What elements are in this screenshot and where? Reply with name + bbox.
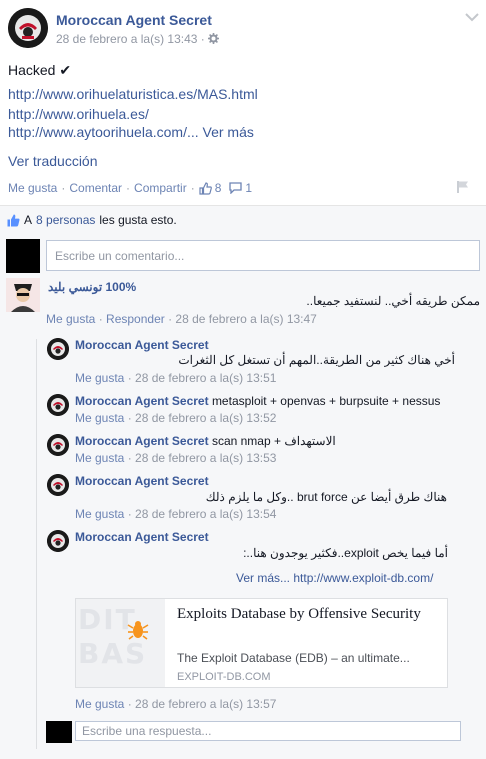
- separator-dot: ·: [200, 32, 205, 46]
- moroccan-logo-icon: [8, 8, 48, 48]
- reply-meta: Me gusta · 28 de febrero a la(s) 13:54: [75, 507, 277, 521]
- comment-button[interactable]: Comentar: [69, 181, 122, 195]
- commenter-avatar[interactable]: [6, 278, 40, 312]
- exploit-db-link[interactable]: http://www.exploit-db.com/: [293, 571, 433, 585]
- post-timestamp-row: 28 de febrero a la(s) 13:43 ·: [56, 32, 220, 46]
- like-count[interactable]: 8: [215, 181, 222, 195]
- reply-text: metasploit + openvas + burpsuite + nessu…: [211, 394, 441, 408]
- post-action-bar: Me gusta · Comentar · Compartir · 8 1: [8, 181, 253, 195]
- reply-avatar[interactable]: [47, 434, 69, 456]
- reply-author[interactable]: Moroccan Agent Secret: [75, 394, 209, 408]
- thumbs-up-icon: [7, 214, 20, 226]
- reply-author[interactable]: Moroccan Agent Secret: [75, 338, 209, 352]
- post-author-name[interactable]: Moroccan Agent Secret: [56, 12, 212, 28]
- page-avatar[interactable]: [8, 8, 48, 48]
- reply-like-button[interactable]: Me gusta: [75, 411, 124, 425]
- reply-meta: Me gusta · 28 de febrero a la(s) 13:53: [75, 451, 277, 465]
- comment-timestamp[interactable]: 28 de febrero a la(s) 13:47: [175, 312, 316, 326]
- see-translation-link[interactable]: Ver traducción: [8, 153, 98, 169]
- reply-avatar[interactable]: [47, 530, 69, 552]
- settings-gear-icon[interactable]: [208, 33, 220, 44]
- reply-meta: Me gusta · 28 de febrero a la(s) 13:52: [75, 411, 277, 425]
- moroccan-logo-icon: [47, 394, 69, 416]
- moroccan-logo-icon: [47, 338, 69, 360]
- likes-summary: A 8 personas les gusta esto.: [7, 213, 177, 227]
- reply-like-button[interactable]: Me gusta: [75, 371, 124, 385]
- commenter-avatar-image: [6, 278, 40, 312]
- current-user-avatar: [6, 239, 40, 273]
- thumbnail-text: DIT BAS: [78, 603, 148, 670]
- share-button[interactable]: Compartir: [134, 181, 187, 195]
- chevron-down-icon[interactable]: [465, 12, 479, 22]
- reply-author[interactable]: Moroccan Agent Secret: [75, 530, 209, 544]
- reply-text: أما فيما يخص exploit..فكثير يوجدون هنا..…: [243, 546, 448, 560]
- comment-author[interactable]: 100% تونسي بليد: [48, 280, 136, 294]
- likes-suffix: les gusta esto.: [99, 213, 177, 227]
- reply-author[interactable]: Moroccan Agent Secret: [75, 434, 209, 448]
- comment-input[interactable]: [46, 240, 480, 271]
- link-preview-title[interactable]: Exploits Database by Offensive Security: [177, 604, 437, 624]
- post-text: Hacked ✔: [8, 62, 72, 78]
- reply-like-button[interactable]: Me gusta: [75, 507, 124, 521]
- link-preview-thumbnail[interactable]: DIT BAS: [76, 599, 165, 687]
- comment-meta: Me gusta · Responder · 28 de febrero a l…: [46, 312, 317, 326]
- moroccan-logo-icon: [47, 530, 69, 552]
- reply-timestamp[interactable]: 28 de febrero a la(s) 13:57: [135, 697, 276, 711]
- moroccan-logo-icon: [47, 434, 69, 456]
- reply-author[interactable]: Moroccan Agent Secret: [75, 474, 209, 488]
- post-link-2[interactable]: http://www.orihuela.es/: [8, 106, 149, 122]
- bug-icon: [127, 621, 149, 640]
- reply-see-more-link[interactable]: Ver más...: [236, 571, 290, 585]
- comment-text: ممكن طريقه أخي.. لنستفيد جميعا..: [306, 294, 480, 308]
- reply-like-button[interactable]: Me gusta: [75, 697, 124, 711]
- reply-thread-line: [36, 339, 37, 749]
- reply-line: Moroccan Agent Secret scan nmap + الاسته…: [75, 434, 336, 448]
- comment-like-button[interactable]: Me gusta: [46, 312, 95, 326]
- current-user-avatar: [46, 721, 72, 743]
- reply-meta: Me gusta · 28 de febrero a la(s) 13:57: [75, 697, 277, 711]
- reply-text: scan nmap + الاستهداف: [211, 434, 336, 448]
- flag-icon[interactable]: [456, 180, 470, 194]
- reply-input[interactable]: [75, 721, 461, 741]
- like-button[interactable]: Me gusta: [8, 181, 57, 195]
- reply-link-row: Ver más... http://www.exploit-db.com/: [236, 571, 433, 585]
- comment-count[interactable]: 1: [245, 181, 252, 195]
- reply-timestamp[interactable]: 28 de febrero a la(s) 13:54: [135, 507, 276, 521]
- comment-bubble-icon[interactable]: [229, 182, 243, 194]
- likes-people-link[interactable]: 8 personas: [36, 213, 95, 227]
- thumbs-up-icon[interactable]: [199, 181, 212, 195]
- reply-avatar[interactable]: [47, 394, 69, 416]
- comment-reply-button[interactable]: Responder: [106, 312, 165, 326]
- see-more-link[interactable]: Ver más: [203, 124, 254, 140]
- reply-timestamp[interactable]: 28 de febrero a la(s) 13:53: [135, 451, 276, 465]
- reply-text: أخي هناك كثير من الطريقة..المهم أن تستغل…: [178, 353, 455, 367]
- reply-line: Moroccan Agent Secret metasploit + openv…: [75, 394, 440, 408]
- reply-avatar[interactable]: [47, 474, 69, 496]
- reply-like-button[interactable]: Me gusta: [75, 451, 124, 465]
- post-link-row: http://www.aytoorihuela.com/... Ver más: [8, 124, 254, 140]
- reply-timestamp[interactable]: 28 de febrero a la(s) 13:52: [135, 411, 276, 425]
- likes-prefix: A: [24, 213, 33, 227]
- moroccan-logo-icon: [47, 474, 69, 496]
- post-link-1[interactable]: http://www.orihuelaturistica.es/MAS.html: [8, 86, 258, 102]
- link-preview-domain: EXPLOIT-DB.COM: [177, 671, 271, 683]
- post-timestamp[interactable]: 28 de febrero a la(s) 13:43: [56, 32, 197, 46]
- post-link-3[interactable]: http://www.aytoorihuela.com/...: [8, 124, 199, 140]
- reply-meta: Me gusta · 28 de febrero a la(s) 13:51: [75, 371, 277, 385]
- reply-timestamp[interactable]: 28 de febrero a la(s) 13:51: [135, 371, 276, 385]
- link-preview-description: The Exploit Database (EDB) – an ultimate…: [177, 651, 410, 665]
- reply-avatar[interactable]: [47, 338, 69, 360]
- reply-text: هناك طرق أيضا عن brut force ..وكل ما يلز…: [205, 490, 447, 504]
